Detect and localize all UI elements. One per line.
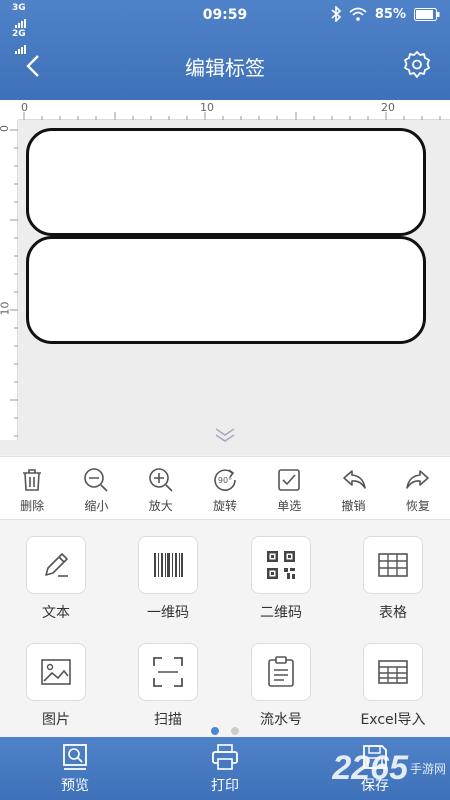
zoom-in-icon [148, 468, 173, 492]
watermark-logo: 2265 手游网 [332, 738, 446, 798]
page-dot[interactable] [230, 727, 239, 735]
ruler-horizontal: 0 10 20 [18, 100, 450, 120]
tool-label: 删除 [20, 499, 45, 513]
zoom-out-icon [84, 468, 108, 492]
cell-label: 二维码 [260, 605, 302, 621]
single-select-button[interactable]: 单选 [257, 457, 321, 519]
watermark-text: 手游网 [409, 761, 446, 776]
qrcode-icon [267, 551, 295, 579]
add-text-button[interactable]: 文本 [0, 536, 112, 622]
scan-icon [153, 657, 183, 687]
pencil-icon [45, 553, 68, 577]
label-shape-2[interactable] [26, 236, 426, 344]
excel-import-button[interactable]: Excel导入 [337, 643, 449, 729]
rotate-90-icon: 90° [214, 469, 236, 491]
bb-label: 预览 [61, 778, 89, 794]
status-right: 85% [331, 6, 440, 22]
undo-button[interactable]: 撤销 [321, 457, 385, 519]
ruler-corner [0, 100, 18, 120]
double-chevron-down-icon[interactable] [212, 426, 238, 444]
undo-icon [342, 470, 366, 489]
cell-label: 表格 [379, 605, 407, 621]
page-title: 编辑标签 [185, 56, 265, 80]
table-icon [378, 553, 408, 577]
ruler-ticks [10, 129, 18, 437]
clipboard-icon [268, 656, 294, 687]
add-barcode-button[interactable]: 一维码 [112, 536, 224, 622]
serial-number-button[interactable]: 流水号 [225, 643, 337, 729]
tool-label: 恢复 [405, 499, 430, 513]
ruler-label: 20 [381, 101, 395, 114]
nav-bar: 编辑标签 [0, 32, 450, 100]
app-header: 3G 2G 09:59 85% 编辑标签 [0, 0, 450, 100]
barcode-icon [154, 553, 183, 577]
zoom-out-button[interactable]: 缩小 [64, 457, 128, 519]
ruler-vertical: 0 10 [0, 120, 18, 440]
print-button[interactable]: 打印 [150, 737, 300, 800]
tool-label: 撤销 [341, 499, 366, 513]
bb-label: 打印 [211, 778, 239, 794]
redo-icon [406, 470, 429, 489]
trash-icon [23, 469, 42, 491]
tool-label: 旋转 [212, 499, 237, 513]
battery-icon [414, 7, 440, 21]
cell-label: 文本 [42, 605, 70, 621]
delete-button[interactable]: 删除 [0, 457, 64, 519]
element-picker: 文本 一维码 二维码 表格 图片 扫描 流水号 Excel导入 [0, 521, 450, 737]
tool-label: 放大 [148, 499, 173, 513]
preview-button[interactable]: 预览 [0, 737, 150, 800]
ruler-label: 10 [200, 101, 214, 114]
label-canvas[interactable]: 0 10 20 0 10 [0, 100, 450, 455]
excel-table-icon [378, 660, 408, 684]
cell-label: 一维码 [147, 605, 189, 621]
tool-label: 缩小 [84, 499, 109, 513]
add-qrcode-button[interactable]: 二维码 [225, 536, 337, 622]
watermark-number: 2265 [332, 748, 408, 787]
bluetooth-icon [331, 6, 341, 22]
redo-button[interactable]: 恢复 [386, 457, 450, 519]
rotate-angle-text: 90° [218, 476, 232, 485]
label-shape-1[interactable] [26, 128, 426, 236]
page-dot-active[interactable] [211, 727, 220, 735]
checkbox-icon [278, 469, 301, 491]
preview-icon [63, 744, 87, 770]
battery-percent: 85% [374, 6, 406, 22]
zoom-in-button[interactable]: 放大 [129, 457, 193, 519]
ruler-label: 10 [0, 301, 12, 316]
add-image-button[interactable]: 图片 [0, 643, 112, 729]
printer-icon [212, 744, 238, 770]
image-icon [41, 659, 71, 685]
scan-button[interactable]: 扫描 [112, 643, 224, 729]
add-table-button[interactable]: 表格 [337, 536, 449, 622]
edit-toolbar: 删除 缩小 放大 90° 旋转 单选 撤销 恢复 [0, 456, 450, 520]
rotate-button[interactable]: 90° 旋转 [193, 457, 257, 519]
wifi-icon [349, 7, 367, 21]
ruler-label: 0 [21, 101, 28, 114]
tool-label: 单选 [277, 499, 302, 513]
gear-icon[interactable] [402, 50, 432, 80]
status-bar: 3G 2G 09:59 85% [0, 0, 450, 54]
ruler-label: 0 [0, 125, 11, 132]
